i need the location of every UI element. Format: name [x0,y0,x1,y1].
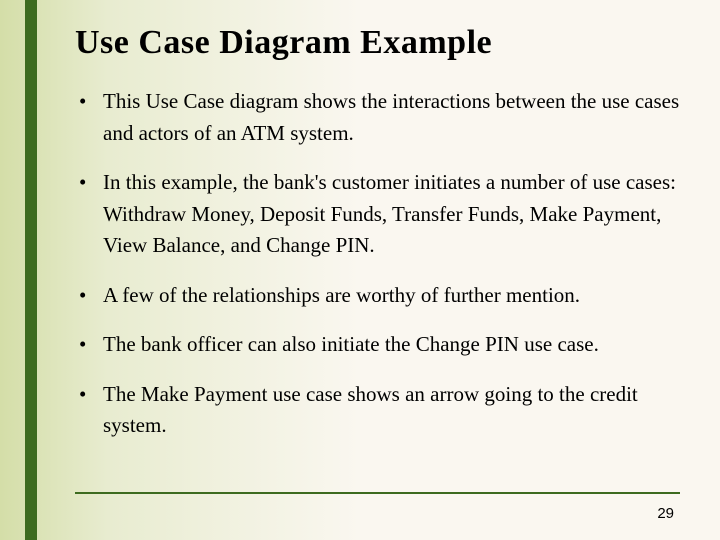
list-item: In this example, the bank's customer ini… [75,167,680,262]
list-item: The Make Payment use case shows an arrow… [75,379,680,442]
list-item: The bank officer can also initiate the C… [75,329,680,361]
list-item: This Use Case diagram shows the interact… [75,86,680,149]
sidebar-accent-stripe [25,0,37,540]
list-item: A few of the relationships are worthy of… [75,280,680,312]
page-number: 29 [657,505,674,522]
footer-divider [75,492,680,494]
slide-title: Use Case Diagram Example [75,24,680,62]
slide-content: Use Case Diagram Example This Use Case d… [0,0,720,442]
bullet-list: This Use Case diagram shows the interact… [75,86,680,442]
